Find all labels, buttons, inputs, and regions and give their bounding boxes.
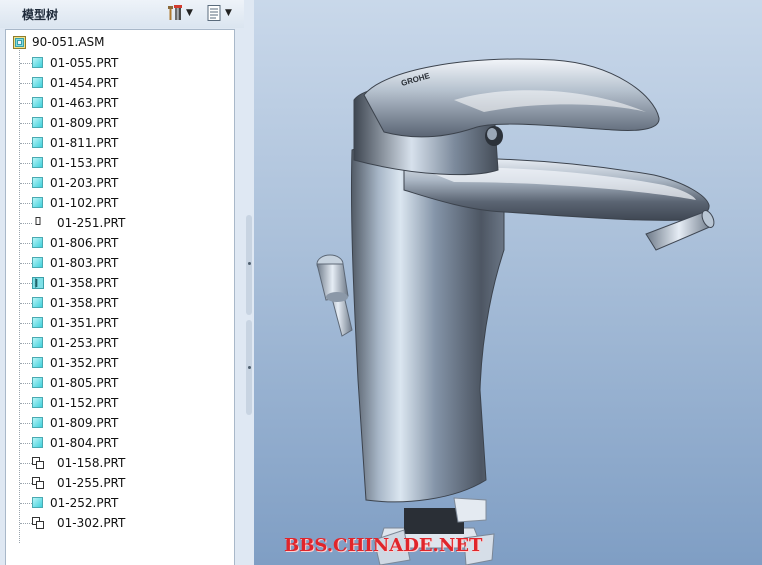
part-icon xyxy=(31,136,45,150)
tree-item-label: 01-358.PRT xyxy=(50,296,119,310)
part-icon xyxy=(31,356,45,370)
part-icon xyxy=(31,496,45,510)
tree-item[interactable]: 01-351.PRT xyxy=(6,313,234,333)
model-tree-header: 模型树 ▼ ▼ xyxy=(0,0,254,28)
faucet-model-render: GROHE xyxy=(316,58,715,565)
part-icon xyxy=(31,156,45,170)
tree-item[interactable]: 01-251.PRT xyxy=(6,213,234,233)
tree-item-label: 01-255.PRT xyxy=(57,476,126,490)
part-icon xyxy=(31,116,45,130)
tree-root-label: 90-051.ASM xyxy=(32,35,105,49)
tree-item-list: 01-055.PRT 01-454.PRT 01-463.PRT 01-809.PRT… xyxy=(6,53,234,533)
tree-item[interactable]: 01-255.PRT xyxy=(6,473,234,493)
tree-item[interactable]: 01-153.PRT xyxy=(6,153,234,173)
tree-item-label: 01-152.PRT xyxy=(50,396,119,410)
tree-item-label: 01-805.PRT xyxy=(50,376,119,390)
watermark-text: BBS.CHINADE.NET xyxy=(284,535,483,556)
tree-item-label: 01-351.PRT xyxy=(50,316,119,330)
spring-part-icon xyxy=(31,276,45,290)
part-icon xyxy=(31,96,45,110)
tree-item-label: 01-252.PRT xyxy=(50,496,119,510)
tree-item-label: 01-463.PRT xyxy=(50,96,119,110)
part-icon xyxy=(31,56,45,70)
missing-part-icon xyxy=(31,216,45,230)
list-icon xyxy=(207,5,221,21)
part-icon xyxy=(31,376,45,390)
chevron-down-icon: ▼ xyxy=(186,8,193,18)
part-icon xyxy=(31,196,45,210)
tree-item[interactable]: 01-055.PRT xyxy=(6,53,234,73)
tree-item[interactable]: 01-358.PRT xyxy=(6,273,234,293)
part-icon xyxy=(31,296,45,310)
tree-item-label: 01-251.PRT xyxy=(57,216,126,230)
tree-item-label: 01-302.PRT xyxy=(57,516,126,530)
assembly-icon xyxy=(13,36,26,49)
model-tree[interactable]: 90-051.ASM 01-055.PRT 01-454.PRT 01-463.PR… xyxy=(5,29,235,565)
tree-item-label: 01-352.PRT xyxy=(50,356,119,370)
part-icon xyxy=(31,236,45,250)
part-icon xyxy=(31,336,45,350)
tree-item-label: 01-253.PRT xyxy=(50,336,119,350)
tree-item[interactable]: 01-158.PRT xyxy=(6,453,234,473)
part-icon xyxy=(31,256,45,270)
linked-part-icon xyxy=(31,516,45,530)
tree-item[interactable]: 01-102.PRT xyxy=(6,193,234,213)
tree-item-label: 01-809.PRT xyxy=(50,116,119,130)
tree-item-label: 01-803.PRT xyxy=(50,256,119,270)
tree-item[interactable]: 01-809.PRT xyxy=(6,413,234,433)
graphics-viewport[interactable]: GROHE xyxy=(254,0,762,565)
tree-item-label: 01-158.PRT xyxy=(57,456,126,470)
splitter-dot xyxy=(248,366,251,369)
tree-item-label: 01-153.PRT xyxy=(50,156,119,170)
tree-show-button[interactable]: ▼ xyxy=(205,3,232,23)
panel-splitter[interactable] xyxy=(244,0,254,565)
tree-item-label: 01-454.PRT xyxy=(50,76,119,90)
linked-part-icon xyxy=(31,476,45,490)
tree-item-label: 01-055.PRT xyxy=(50,56,119,70)
tree-root-assembly[interactable]: 90-051.ASM xyxy=(12,33,105,51)
model-tree-panel: 模型树 ▼ ▼ 90-051.ASM 01-055.PRT 01-454.PRT… xyxy=(0,0,254,565)
part-icon xyxy=(31,176,45,190)
tree-item[interactable]: 01-809.PRT xyxy=(6,113,234,133)
tree-item-label: 01-203.PRT xyxy=(50,176,119,190)
tree-item[interactable]: 01-803.PRT xyxy=(6,253,234,273)
tree-item-label: 01-806.PRT xyxy=(50,236,119,250)
chevron-down-icon: ▼ xyxy=(225,8,232,18)
part-icon xyxy=(31,416,45,430)
splitter-dot xyxy=(248,262,251,265)
splitter-grip-upper[interactable] xyxy=(246,215,252,315)
popup-rod xyxy=(316,254,353,337)
part-icon xyxy=(31,316,45,330)
tree-settings-button[interactable]: ▼ xyxy=(166,3,193,23)
part-icon xyxy=(31,396,45,410)
tree-item-label: 01-804.PRT xyxy=(50,436,119,450)
tree-item[interactable]: 01-454.PRT xyxy=(6,73,234,93)
tools-icon xyxy=(168,5,182,20)
linked-part-icon xyxy=(31,456,45,470)
tree-item[interactable]: 01-805.PRT xyxy=(6,373,234,393)
tree-item[interactable]: 01-352.PRT xyxy=(6,353,234,373)
tree-item[interactable]: 01-203.PRT xyxy=(6,173,234,193)
tree-item-label: 01-102.PRT xyxy=(50,196,119,210)
part-icon xyxy=(31,436,45,450)
tree-item-label: 01-358.PRT xyxy=(50,276,119,290)
tree-item[interactable]: 01-804.PRT xyxy=(6,433,234,453)
tree-item[interactable]: 01-811.PRT xyxy=(6,133,234,153)
panel-title: 模型树 xyxy=(22,8,59,22)
tree-item[interactable]: 01-358.PRT xyxy=(6,293,234,313)
tree-item-label: 01-811.PRT xyxy=(50,136,119,150)
tree-item[interactable]: 01-253.PRT xyxy=(6,333,234,353)
tree-item[interactable]: 01-152.PRT xyxy=(6,393,234,413)
tree-item[interactable]: 01-302.PRT xyxy=(6,513,234,533)
tree-item[interactable]: 01-806.PRT xyxy=(6,233,234,253)
tree-item[interactable]: 01-463.PRT xyxy=(6,93,234,113)
tree-item-label: 01-809.PRT xyxy=(50,416,119,430)
tree-item[interactable]: 01-252.PRT xyxy=(6,493,234,513)
part-icon xyxy=(31,76,45,90)
